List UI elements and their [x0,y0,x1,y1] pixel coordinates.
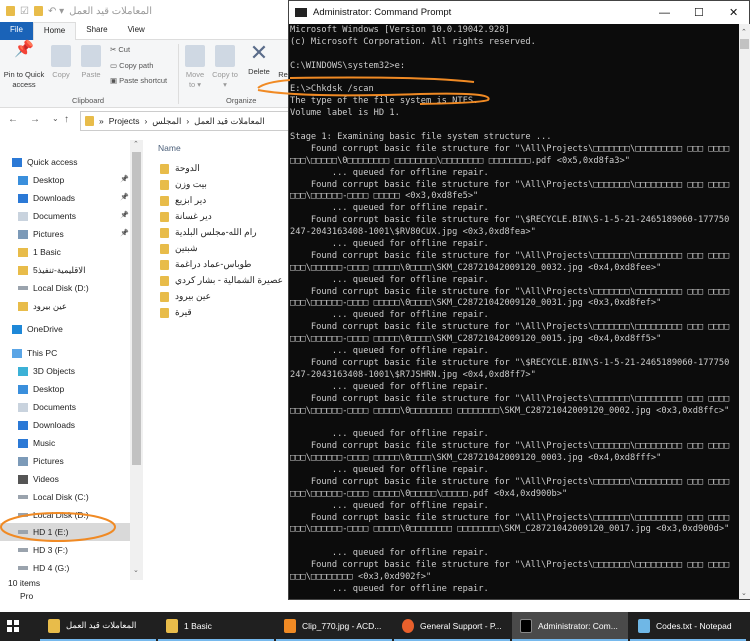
annotation-underline [289,76,475,83]
taskbar-item[interactable]: 1 Basic [158,612,274,641]
taskbar-item[interactable]: General Support - P... [394,612,510,641]
taskbar-item-label: المعاملات قيد العمل [66,620,137,630]
annotation-underline [257,89,490,105]
cmd-icon [520,618,532,633]
annotation-stroke [257,79,291,89]
taskbar: المعاملات قيد العمل 1 Basic Clip_770.jpg -… [0,612,750,641]
firefox-icon [402,618,414,633]
folder-icon [48,618,60,633]
taskbar-item[interactable]: Clip_770.jpg - ACD... [276,612,392,641]
folder-icon [166,618,178,633]
taskbar-item-label: 1 Basic [184,620,212,631]
taskbar-item-label: General Support - P... [420,620,502,631]
taskbar-item-label: Codes.txt - Notepad [656,620,732,631]
annotation-overlay [0,76,490,542]
annotation-circle [0,512,116,542]
taskbar-item[interactable]: المعاملات قيد العمل [40,612,156,641]
taskbar-item-label: Clip_770.jpg - ACD... [302,620,382,631]
taskbar-item-label: Administrator: Com... [538,620,618,631]
notepad-icon [638,618,650,633]
taskbar-item[interactable]: Codes.txt - Notepad [630,612,746,641]
acdsee-icon [284,618,296,633]
taskbar-item[interactable]: Administrator: Com... [512,612,628,641]
start-button[interactable] [7,620,19,632]
